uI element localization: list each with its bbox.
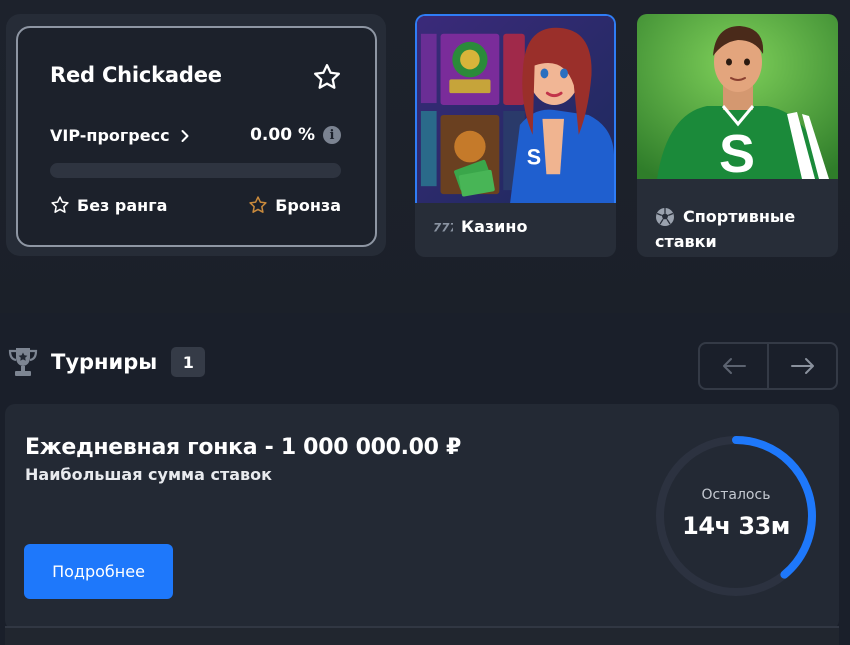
current-rank-label: Без ранга <box>77 195 168 215</box>
favorite-star-icon[interactable] <box>312 62 342 92</box>
vip-percent-text: 0.00 % <box>250 125 315 145</box>
next-tournament-card-edge <box>5 626 839 645</box>
current-rank: Без ранга <box>50 195 167 215</box>
next-rank: Бронза <box>248 195 341 215</box>
next-rank-label: Бронза <box>275 195 341 215</box>
time-remaining-value: 14ч 33м <box>682 512 790 540</box>
sports-promo-image: S <box>637 14 838 179</box>
casino-label-text: Казино <box>461 216 528 236</box>
carousel-prev-button[interactable] <box>700 344 767 388</box>
info-icon[interactable]: i <box>323 126 341 144</box>
tournaments-carousel-nav <box>698 342 838 390</box>
chevron-right-icon <box>181 129 189 142</box>
tournament-subtitle: Наибольшая сумма ставок <box>25 465 272 484</box>
tournaments-count-badge: 1 <box>171 347 206 377</box>
vip-progress-bar <box>50 163 341 178</box>
arrow-right-icon <box>790 358 814 374</box>
details-button[interactable]: Подробнее <box>24 544 173 599</box>
trophy-icon <box>8 348 38 376</box>
tournaments-title: Турниры <box>51 350 158 374</box>
tournaments-header: Турниры 1 <box>7 345 206 379</box>
casino-777-icon: 777 <box>433 220 453 234</box>
svg-text:S: S <box>527 144 541 169</box>
carousel-next-button[interactable] <box>767 344 836 388</box>
star-outline-icon <box>51 196 69 213</box>
vip-progress-link[interactable]: VIP-прогресс <box>50 126 192 145</box>
casino-label: 777 Казино <box>433 216 527 236</box>
vip-progress-label: VIP-прогресс <box>50 126 170 145</box>
svg-text:S: S <box>719 124 755 179</box>
soccer-ball-icon <box>656 208 674 226</box>
username: Red Chickadee <box>50 63 222 87</box>
time-remaining-label: Осталось <box>701 487 771 503</box>
sports-label: Спортивные ставки <box>655 204 795 254</box>
sports-label-line1: Спортивные <box>683 207 796 226</box>
vip-progress-value: 0.00 % i <box>250 125 341 145</box>
tournament-name: Ежедневная гонка - 1 000 000.00 ₽ <box>25 435 462 460</box>
svg-text:777: 777 <box>433 220 453 234</box>
sports-label-line2: ставки <box>655 232 717 251</box>
casino-promo-image: S <box>415 14 616 203</box>
arrow-left-icon <box>722 358 746 374</box>
sports-betting-tile[interactable]: S Спортивные ставки <box>637 14 838 257</box>
casino-tile[interactable]: S 777 Казино <box>415 14 616 257</box>
bronze-star-icon <box>249 196 267 213</box>
